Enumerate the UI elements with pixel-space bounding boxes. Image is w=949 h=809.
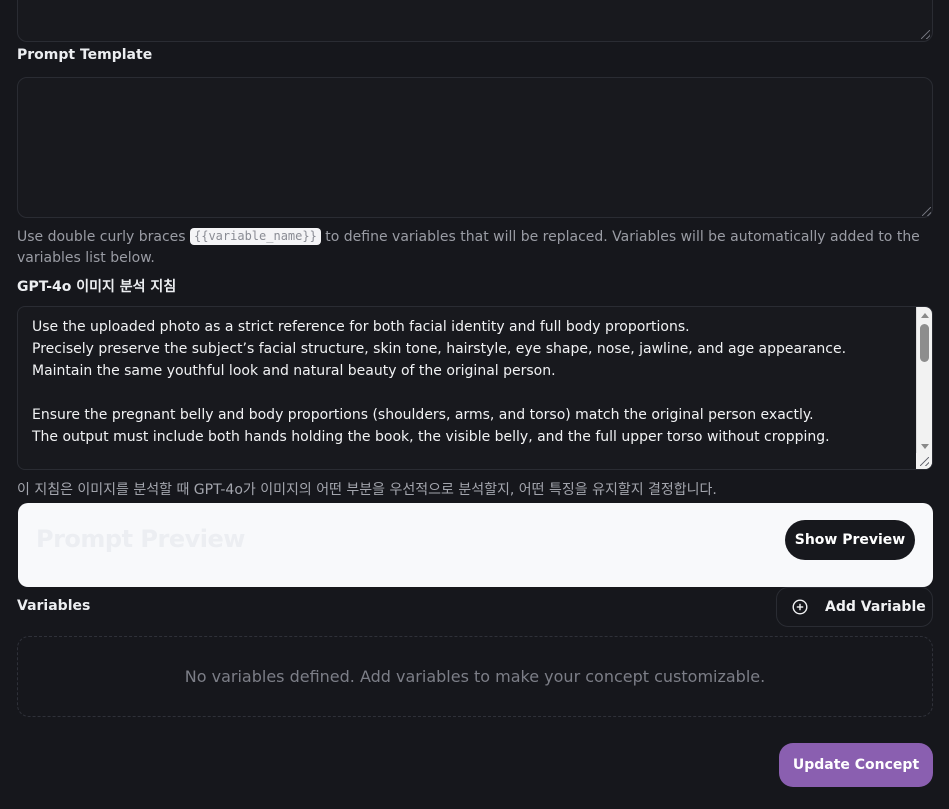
variables-empty-state: No variables defined. Add variables to m… [17,636,933,717]
gpt-instructions-input[interactable]: Use the uploaded photo as a strict refer… [17,306,933,470]
show-preview-button[interactable]: Show Preview [785,520,915,560]
scroll-corner [916,453,932,469]
variables-label: Variables [17,598,91,614]
scroll-up-arrow-icon[interactable] [921,313,929,318]
resize-grip[interactable] [920,457,929,466]
prompt-template-input[interactable] [17,77,933,218]
scroll-down-arrow-icon[interactable] [921,444,929,449]
help-text-before: Use double curly braces [17,229,190,245]
variable-syntax-code: {{variable_name}} [190,228,321,245]
prompt-template-label: Prompt Template [17,47,153,63]
prompt-template-help: Use double curly braces {{variable_name}… [17,227,937,269]
resize-grip[interactable] [921,30,930,39]
gpt-instructions-text[interactable]: Use the uploaded photo as a strict refer… [32,316,912,448]
scrollbar[interactable] [916,307,932,469]
plus-circle-icon [792,599,808,615]
gpt-instructions-help: 이 지침은 이미지를 분석할 때 GPT-4o가 이미지의 어떤 부분을 우선적… [17,482,717,498]
resize-grip[interactable] [922,207,931,216]
add-variable-label: Add Variable [825,599,926,615]
prompt-preview-card: Prompt Preview Show Preview [18,503,933,587]
previous-textarea[interactable] [17,0,933,42]
gpt-instructions-label: GPT-4o 이미지 분석 지침 [17,279,177,295]
scroll-thumb[interactable] [920,324,929,362]
prompt-preview-title: Prompt Preview [36,525,245,553]
add-variable-button[interactable]: Add Variable [776,587,933,627]
update-concept-button[interactable]: Update Concept [779,743,933,787]
